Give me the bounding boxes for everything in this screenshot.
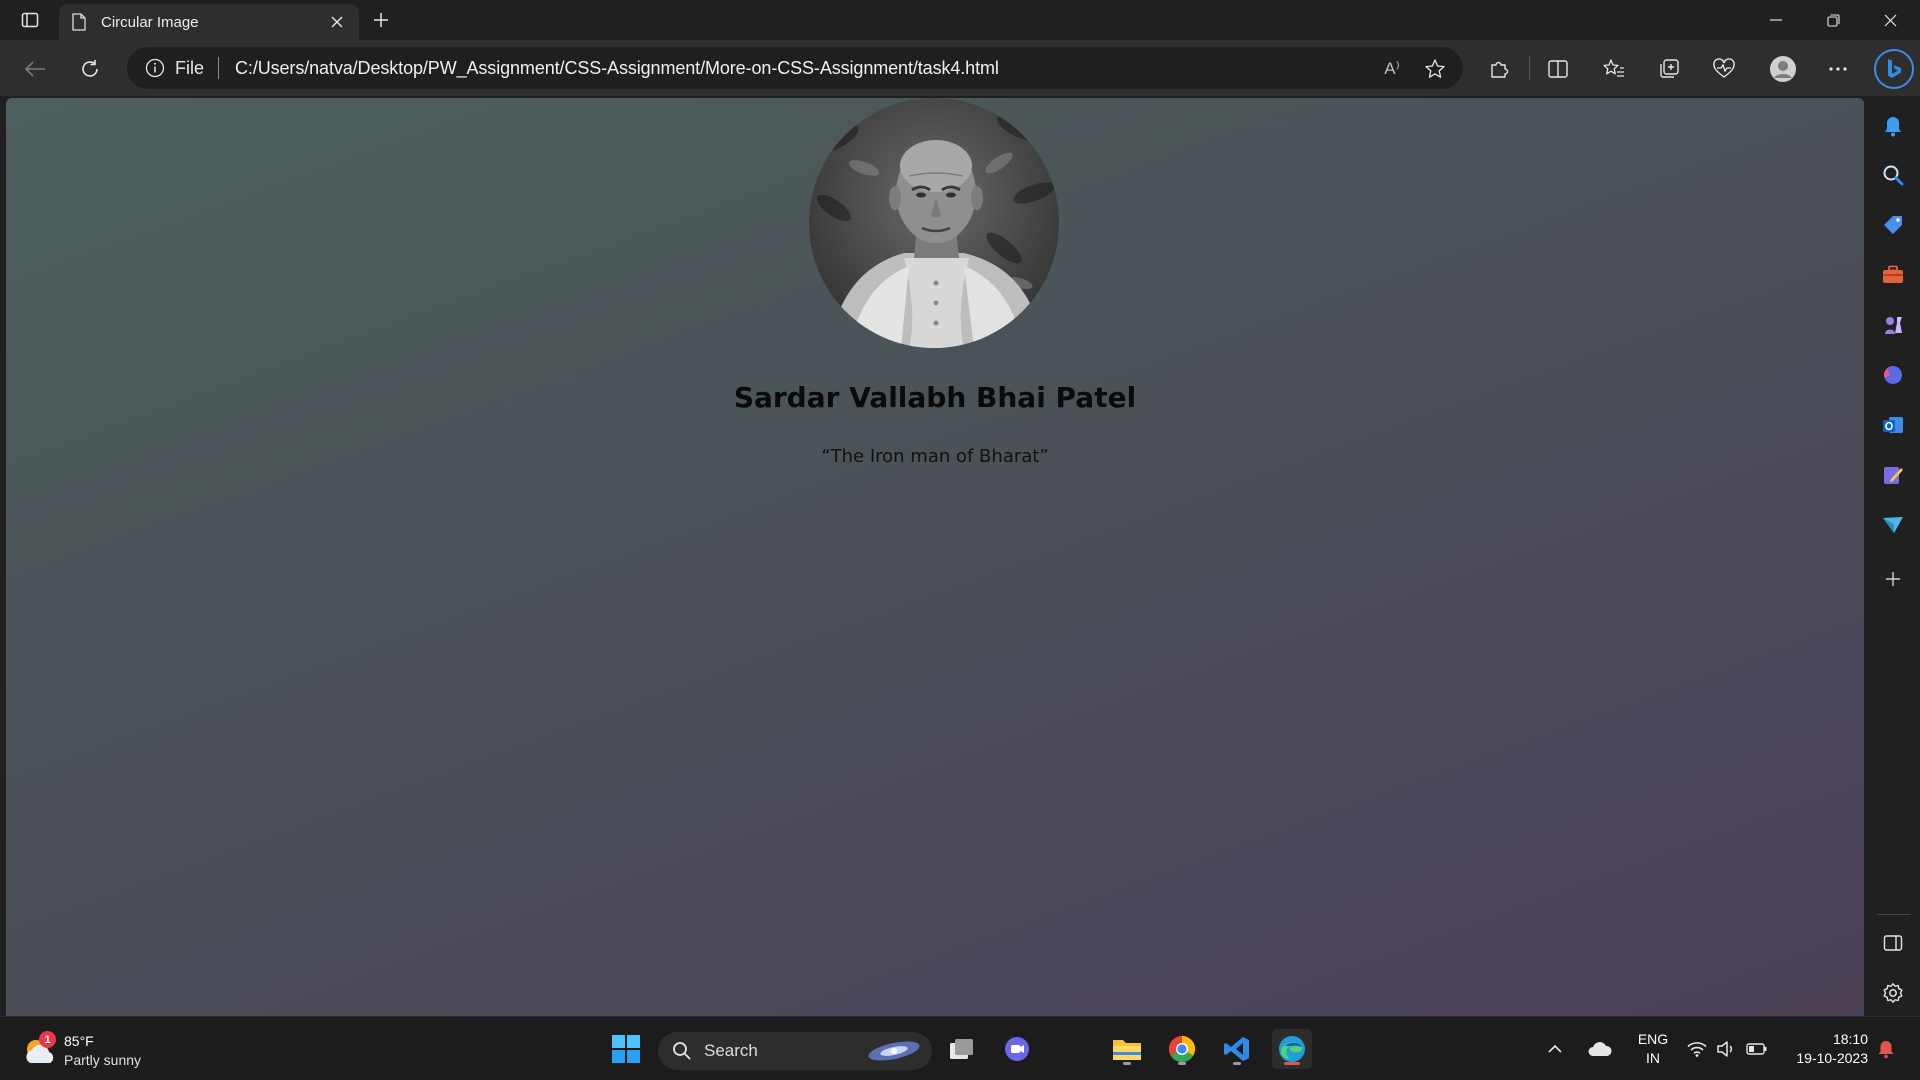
vscode-icon[interactable]: [1217, 1029, 1257, 1069]
tab-title: Circular Image: [101, 13, 199, 31]
refresh-icon[interactable]: [73, 52, 107, 86]
site-info-icon[interactable]: [145, 58, 165, 78]
restore-icon[interactable]: [1805, 0, 1861, 40]
windows-taskbar: 1 85°F Partly sunny Search ENG IN 18:10 …: [0, 1016, 1920, 1080]
weather-condition: Partly sunny: [64, 1052, 142, 1068]
tab-strip: Circular Image: [0, 0, 1920, 40]
language-line-2[interactable]: IN: [1633, 1050, 1673, 1066]
weather-alert-badge: 1: [39, 1031, 56, 1048]
bing-copilot-icon[interactable]: [1874, 49, 1914, 89]
battery-icon[interactable]: [1744, 1029, 1770, 1069]
tools-briefcase-icon[interactable]: [1880, 262, 1906, 288]
wifi-icon[interactable]: [1685, 1029, 1709, 1069]
clock-time[interactable]: 18:10: [1782, 1031, 1868, 1047]
weather-temperature: 85°F: [64, 1033, 94, 1049]
sidebar-divider: [1877, 914, 1911, 915]
search-icon[interactable]: [1880, 162, 1906, 188]
file-explorer-icon[interactable]: [1107, 1029, 1147, 1069]
minimize-icon[interactable]: [1748, 0, 1804, 40]
taskbar-search-box[interactable]: Search: [658, 1032, 932, 1070]
notification-center-bell-icon[interactable]: [1872, 1029, 1900, 1069]
outlook-icon[interactable]: [1880, 412, 1906, 438]
browser-essentials-heart-icon[interactable]: [1707, 52, 1741, 86]
close-window-icon[interactable]: [1862, 0, 1918, 40]
read-aloud-label: A⁾: [1384, 59, 1400, 78]
show-hidden-icons-chevron-up-icon[interactable]: [1543, 1029, 1567, 1069]
volume-speaker-icon[interactable]: [1714, 1029, 1738, 1069]
extensions-puzzle-icon[interactable]: [1482, 52, 1516, 86]
url-text[interactable]: C:/Users/natva/Desktop/PW_Assignment/CSS…: [235, 58, 999, 79]
address-bar[interactable]: File C:/Users/natva/Desktop/PW_Assignmen…: [127, 47, 1463, 89]
search-highlight-galaxy-icon: [868, 1041, 920, 1061]
back-arrow-icon[interactable]: [18, 52, 52, 86]
page-file-icon: [71, 13, 87, 31]
language-line-1[interactable]: ENG: [1633, 1031, 1673, 1047]
shopping-tag-icon[interactable]: [1880, 212, 1906, 238]
send-paper-plane-icon[interactable]: [1880, 512, 1906, 538]
hide-sidebar-icon[interactable]: [1880, 930, 1906, 956]
profile-avatar-icon[interactable]: [1766, 52, 1800, 86]
task-view-icon[interactable]: [942, 1029, 982, 1069]
toolbar-divider: [1529, 56, 1530, 80]
onedrive-cloud-icon[interactable]: [1583, 1029, 1617, 1069]
split-screen-icon[interactable]: [1541, 52, 1575, 86]
add-sidebar-app-plus-icon[interactable]: [1880, 566, 1906, 592]
more-options-icon[interactable]: [1821, 52, 1855, 86]
tab-close-icon[interactable]: [327, 12, 347, 32]
person-name-heading: Sardar Vallabh Bhai Patel: [733, 381, 1137, 414]
taskbar-search-icon: [673, 1042, 691, 1060]
tab-actions-menu-icon[interactable]: [14, 8, 46, 32]
windows-start-icon[interactable]: [606, 1029, 646, 1069]
edge-active-indicator: [1284, 1062, 1300, 1065]
explorer-running-indicator: [1123, 1062, 1131, 1065]
chrome-running-indicator: [1178, 1062, 1186, 1065]
chrome-icon[interactable]: [1162, 1029, 1202, 1069]
weather-widget[interactable]: 1 85°F Partly sunny: [22, 1031, 162, 1071]
favorites-list-icon[interactable]: [1597, 52, 1631, 86]
teams-chat-icon[interactable]: [997, 1029, 1037, 1069]
read-aloud-icon[interactable]: A⁾: [1381, 58, 1403, 80]
new-tab-plus-icon[interactable]: [368, 8, 394, 32]
edge-sidebar: [1866, 98, 1920, 1016]
games-chess-icon[interactable]: [1880, 312, 1906, 338]
collections-icon[interactable]: [1652, 52, 1686, 86]
circular-portrait-image: [809, 98, 1059, 348]
page-viewport: Sardar Vallabh Bhai Patel “The Iron man …: [6, 98, 1864, 1016]
taskbar-search-label: Search: [704, 1041, 758, 1060]
microsoft-365-icon[interactable]: [1880, 362, 1906, 388]
active-tab[interactable]: Circular Image: [59, 4, 359, 40]
vscode-running-indicator: [1233, 1062, 1241, 1065]
notification-bell-icon[interactable]: [1880, 113, 1906, 139]
person-quote-text: “The Iron man of Bharat”: [821, 446, 1049, 467]
browser-toolbar: File C:/Users/natva/Desktop/PW_Assignmen…: [0, 40, 1920, 96]
drop-notes-icon[interactable]: [1880, 462, 1906, 488]
sidebar-settings-gear-icon[interactable]: [1880, 980, 1906, 1006]
url-scheme-label: File: [175, 57, 205, 78]
clock-date[interactable]: 19-10-2023: [1782, 1050, 1868, 1066]
omnibox-separator: [218, 57, 220, 79]
edge-icon[interactable]: [1272, 1029, 1312, 1069]
favorite-star-icon[interactable]: [1424, 58, 1446, 80]
